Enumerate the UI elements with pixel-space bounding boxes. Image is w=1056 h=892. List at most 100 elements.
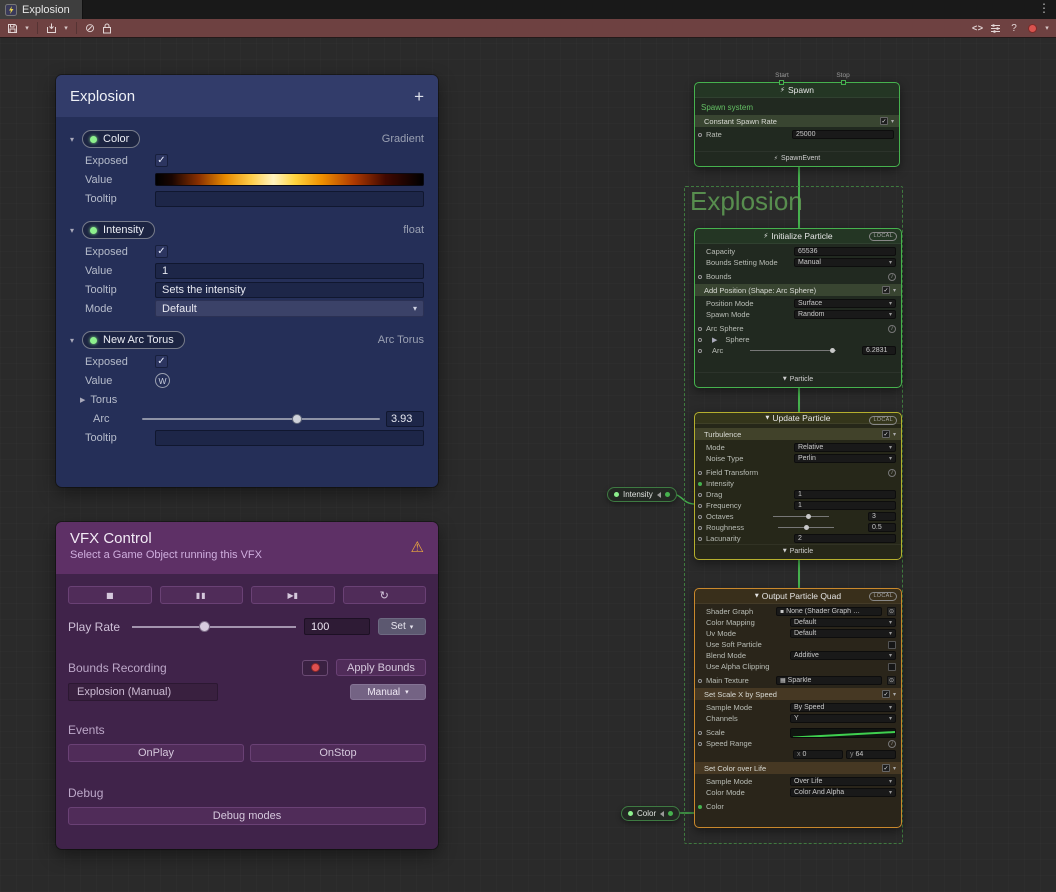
spawn-mode-dropdown[interactable]: Random▾ bbox=[794, 310, 896, 319]
drag-port[interactable] bbox=[698, 493, 702, 497]
blackboard-header[interactable]: Explosion + bbox=[56, 75, 438, 117]
sample-mode-dropdown[interactable]: By Speed▾ bbox=[790, 703, 896, 712]
block-enabled-checkbox[interactable]: ✓ bbox=[880, 117, 888, 125]
frequency-field[interactable]: 1 bbox=[794, 501, 896, 510]
node-header[interactable]: ⚡ Spawn bbox=[695, 83, 899, 98]
node-header[interactable]: ▼ Update Particle LOCAL bbox=[695, 413, 901, 424]
range-y-field[interactable]: y64 bbox=[846, 750, 896, 759]
scale-curve-field[interactable] bbox=[790, 728, 896, 738]
spawnevent-output-port[interactable]: ⚡ SpawnEvent bbox=[695, 151, 899, 164]
main-texture-port[interactable] bbox=[698, 679, 702, 683]
tooltip-input[interactable]: Sets the intensity bbox=[155, 282, 424, 298]
exposed-checkbox[interactable]: ✓ bbox=[155, 245, 168, 258]
block-set-scale-by-speed[interactable]: Set Scale X by Speed ✓ ▾ bbox=[695, 688, 901, 700]
stop-button[interactable]: ■ bbox=[68, 586, 152, 604]
parameter-node-intensity[interactable]: Intensity bbox=[607, 487, 677, 502]
node-header[interactable]: ▼ Output Particle Quad LOCAL bbox=[695, 589, 901, 604]
parameter-output-port[interactable] bbox=[665, 492, 670, 497]
range-x-field[interactable]: x0 bbox=[793, 750, 843, 759]
noise-type-dropdown[interactable]: Perlin▾ bbox=[794, 454, 896, 463]
block-set-color-over-life[interactable]: Set Color over Life ✓ ▾ bbox=[695, 762, 901, 774]
roughness-slider[interactable] bbox=[778, 524, 834, 532]
gradient-field[interactable] bbox=[155, 173, 424, 186]
position-mode-dropdown[interactable]: Surface▾ bbox=[794, 299, 896, 308]
pause-button[interactable]: ▮▮ bbox=[160, 586, 244, 604]
rate-input-port[interactable] bbox=[698, 133, 702, 137]
roughness-field[interactable]: 0.5 bbox=[868, 523, 896, 532]
attached-object-field[interactable]: Explosion (Manual) bbox=[68, 683, 218, 701]
octaves-field[interactable]: 3 bbox=[868, 512, 896, 521]
add-property-button[interactable]: + bbox=[414, 88, 424, 105]
spawn-context-node[interactable]: Start Stop ⚡ Spawn Spawn system Constant… bbox=[694, 82, 900, 167]
world-space-badge[interactable]: W bbox=[155, 373, 170, 388]
tooltip-input[interactable] bbox=[155, 430, 424, 446]
property-group-color[interactable]: ▾ Color Gradient bbox=[56, 127, 438, 151]
mode-dropdown[interactable]: Relative▾ bbox=[794, 443, 896, 452]
onstop-button[interactable]: OnStop bbox=[250, 744, 426, 762]
particle-output-port[interactable]: ▼ Particle bbox=[695, 372, 901, 385]
parameter-output-port[interactable] bbox=[668, 811, 673, 816]
restart-button[interactable]: ↻ bbox=[343, 586, 427, 604]
rate-field[interactable]: 25000 bbox=[792, 130, 894, 139]
arc-sphere-input-port[interactable] bbox=[698, 327, 702, 331]
sample-mode-dropdown[interactable]: Over Life▾ bbox=[790, 777, 896, 786]
field-transform-port[interactable] bbox=[698, 471, 702, 475]
shader-graph-object-field[interactable]: ▪ None (Shader Graph Vfx Asset) bbox=[776, 607, 882, 616]
property-group-arc-torus[interactable]: ▾ New Arc Torus Arc Torus bbox=[56, 328, 438, 352]
play-rate-field[interactable]: 100 bbox=[304, 618, 370, 635]
drag-field[interactable]: 1 bbox=[794, 490, 896, 499]
initialize-context-node[interactable]: ⚡ Initialize Particle LOCAL Capacity 655… bbox=[694, 228, 902, 388]
block-enabled-checkbox[interactable]: ✓ bbox=[882, 430, 890, 438]
exposed-checkbox[interactable]: ✓ bbox=[155, 355, 168, 368]
chevron-down-icon[interactable]: ▾ bbox=[70, 226, 74, 235]
output-context-node[interactable]: ▼ Output Particle Quad LOCAL Shader Grap… bbox=[694, 588, 902, 828]
roughness-port[interactable] bbox=[698, 526, 702, 530]
block-add-position[interactable]: Add Position (Shape: Arc Sphere) ✓ ▾ bbox=[695, 284, 901, 296]
block-settings-chevron[interactable]: ▾ bbox=[891, 118, 894, 125]
scale-port[interactable] bbox=[698, 731, 702, 735]
node-header[interactable]: ⚡ Initialize Particle LOCAL bbox=[695, 229, 901, 244]
block-settings-chevron[interactable]: ▾ bbox=[893, 287, 896, 294]
apply-bounds-button[interactable]: Apply Bounds bbox=[336, 659, 426, 676]
torus-foldout-row[interactable]: ▶ Torus bbox=[56, 390, 438, 409]
step-button[interactable]: ▶▮ bbox=[251, 586, 335, 604]
arc-value-field[interactable]: 3.93 bbox=[386, 411, 424, 427]
collapse-arrow-icon[interactable] bbox=[660, 811, 664, 817]
block-settings-chevron[interactable]: ▾ bbox=[893, 431, 896, 438]
set-button[interactable]: Set ▾ bbox=[378, 618, 426, 635]
foldout-icon[interactable]: ▶ bbox=[712, 336, 717, 344]
debug-modes-button[interactable]: Debug modes bbox=[68, 807, 426, 825]
system-name-field[interactable]: Spawn system bbox=[695, 100, 899, 113]
property-group-intensity[interactable]: ▾ Intensity float bbox=[56, 218, 438, 242]
foldout-icon[interactable]: ▶ bbox=[80, 396, 85, 404]
mode-dropdown[interactable]: Default ▾ bbox=[155, 300, 424, 317]
block-settings-chevron[interactable]: ▾ bbox=[893, 691, 896, 698]
record-bounds-button[interactable] bbox=[302, 660, 328, 676]
onplay-button[interactable]: OnPlay bbox=[68, 744, 244, 762]
chevron-down-icon[interactable]: ▾ bbox=[70, 135, 74, 144]
color-port-connected[interactable] bbox=[698, 805, 702, 809]
arc-slider[interactable] bbox=[750, 347, 836, 355]
block-constant-spawn-rate[interactable]: Constant Spawn Rate ✓ ▾ bbox=[695, 115, 899, 127]
sphere-input-port[interactable] bbox=[698, 338, 702, 342]
bounds-input-port[interactable] bbox=[698, 275, 702, 279]
octaves-port[interactable] bbox=[698, 515, 702, 519]
manual-dropdown-button[interactable]: Manual ▾ bbox=[350, 684, 426, 700]
property-pill-intensity[interactable]: Intensity bbox=[82, 221, 155, 239]
particle-output-port[interactable]: ▼ Particle bbox=[695, 544, 901, 557]
intensity-port-connected[interactable] bbox=[698, 482, 702, 486]
bounds-mode-dropdown[interactable]: Manual▾ bbox=[794, 258, 896, 267]
play-rate-slider[interactable] bbox=[132, 619, 296, 635]
parameter-node-color[interactable]: Color bbox=[621, 806, 680, 821]
soft-particle-checkbox[interactable] bbox=[888, 641, 896, 649]
lacunarity-port[interactable] bbox=[698, 537, 702, 541]
chevron-down-icon[interactable]: ▾ bbox=[70, 336, 74, 345]
channels-dropdown[interactable]: Y▾ bbox=[790, 714, 896, 723]
block-enabled-checkbox[interactable]: ✓ bbox=[882, 690, 890, 698]
update-context-node[interactable]: ▼ Update Particle LOCAL Turbulence ✓ ▾ M… bbox=[694, 412, 902, 560]
color-mapping-dropdown[interactable]: Default▾ bbox=[790, 618, 896, 627]
object-picker-icon[interactable]: ⊙ bbox=[887, 607, 896, 616]
lacunarity-field[interactable]: 2 bbox=[794, 534, 896, 543]
frequency-port[interactable] bbox=[698, 504, 702, 508]
value-input[interactable]: 1 bbox=[155, 263, 424, 279]
